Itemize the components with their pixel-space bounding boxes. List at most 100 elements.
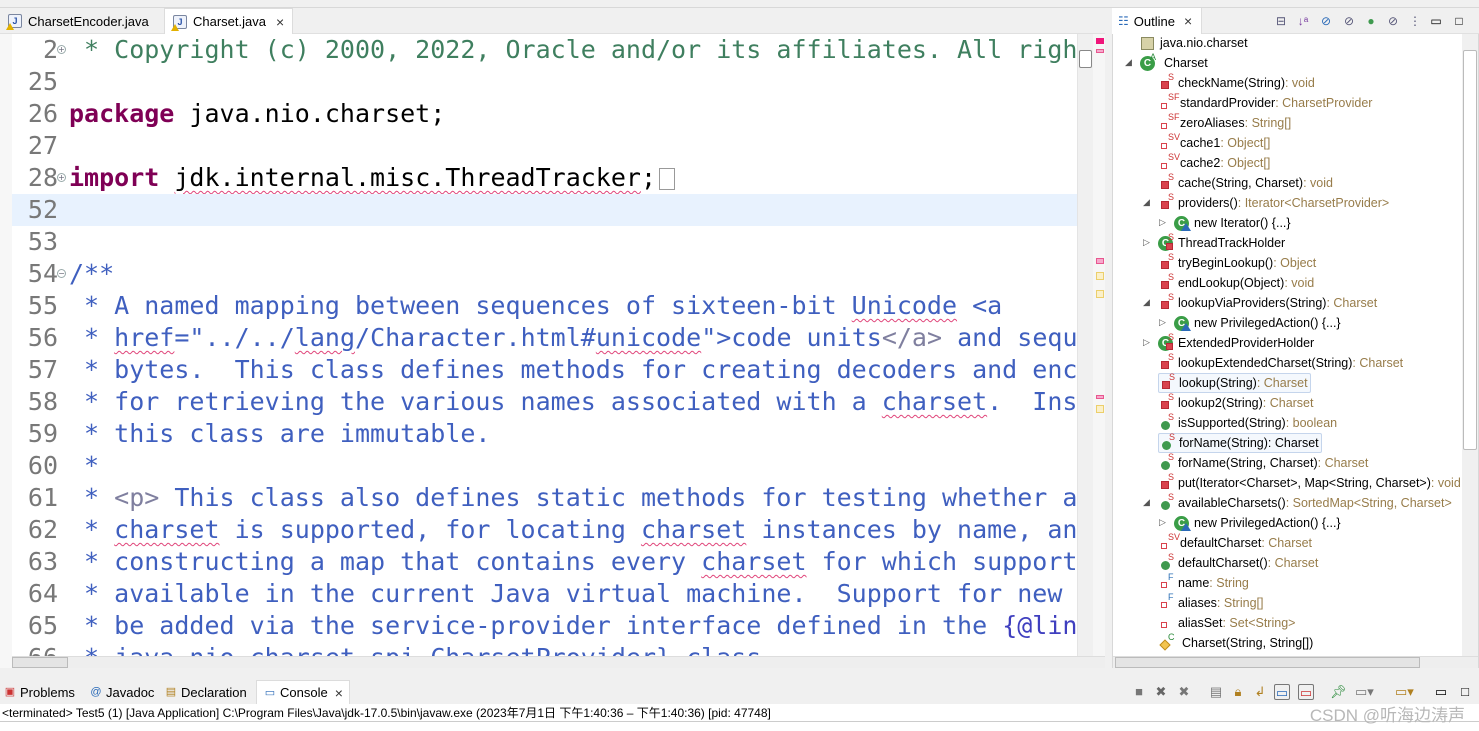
- tab-declaration[interactable]: ▤ Declaration: [164, 680, 247, 704]
- expand-fold-icon[interactable]: +: [57, 173, 66, 182]
- outline-item[interactable]: Fname : String: [1158, 572, 1249, 593]
- code-line[interactable]: 58 * for retrieving the various names as…: [0, 386, 1077, 418]
- outline-item[interactable]: SavailableCharsets() : SortedMap<String,…: [1158, 492, 1452, 513]
- outline-item[interactable]: SisSupported(String) : boolean: [1158, 412, 1337, 433]
- code-line[interactable]: 26 package java.nio.charset;: [0, 98, 1077, 130]
- overview-ruler[interactable]: [1093, 34, 1105, 668]
- outline-item[interactable]: Slookup(String) : Charset: [1158, 372, 1311, 393]
- tab-problems[interactable]: ▣ Problems: [3, 680, 75, 704]
- code-line[interactable]: 66 * java.nio.charset.spi.CharsetProvide…: [0, 642, 1077, 656]
- warning-marker[interactable]: [1096, 272, 1104, 280]
- remove-all-icon[interactable]: ✖: [1176, 684, 1192, 700]
- hide-nonpublic-icon[interactable]: ●: [1364, 14, 1378, 28]
- folded-region-marker[interactable]: [659, 168, 676, 190]
- display-console-icon[interactable]: ▭▾: [1355, 684, 1374, 700]
- outline-item[interactable]: Scache(String, Charset) : void: [1158, 172, 1333, 193]
- expand-arrow-icon[interactable]: ▷: [1159, 517, 1169, 528]
- clear-console-icon[interactable]: ▤: [1208, 684, 1224, 700]
- code-line[interactable]: 55 * A named mapping between sequences o…: [0, 290, 1077, 322]
- error-marker[interactable]: [1096, 38, 1104, 44]
- outline-item[interactable]: Slookup2(String) : Charset: [1158, 392, 1313, 413]
- warning-marker[interactable]: [1096, 290, 1104, 298]
- view-menu-icon[interactable]: ⋮: [1408, 14, 1422, 28]
- collapse-arrow-icon[interactable]: ◢: [1143, 197, 1153, 208]
- maximize-icon[interactable]: □: [1452, 14, 1466, 28]
- show-on-stderr-icon[interactable]: ▭: [1298, 684, 1314, 700]
- outline-item[interactable]: Sproviders() : Iterator<CharsetProvider>: [1158, 192, 1389, 213]
- expand-arrow-icon[interactable]: ▷: [1159, 317, 1169, 328]
- spelling-marker[interactable]: [1096, 49, 1104, 53]
- code-line[interactable]: 25: [0, 66, 1077, 98]
- code-line[interactable]: 53: [0, 226, 1077, 258]
- outline-item[interactable]: StryBeginLookup() : Object: [1158, 252, 1316, 273]
- outline-scroll-thumb[interactable]: [1463, 50, 1477, 450]
- outline-hscroll-thumb[interactable]: [1115, 657, 1420, 668]
- hide-static-icon[interactable]: ⊘: [1342, 14, 1356, 28]
- editor-scroll-thumb[interactable]: [1079, 50, 1092, 68]
- code-line[interactable]: 57 * bytes. This class defines methods f…: [0, 354, 1077, 386]
- code-line[interactable]: 28+ximport jdk.internal.misc.ThreadTrack…: [0, 162, 1077, 194]
- collapse-arrow-icon[interactable]: ◢: [1125, 57, 1135, 68]
- editor-hscroll-thumb[interactable]: [12, 657, 68, 668]
- code-line[interactable]: 65 * be added via the service-provider i…: [0, 610, 1077, 642]
- expand-fold-icon[interactable]: +: [57, 45, 66, 54]
- tab-console[interactable]: ▭ Console ×: [256, 680, 350, 704]
- spelling-marker[interactable]: [1096, 395, 1104, 399]
- outline-item[interactable]: SV cache2 : Object[]: [1158, 152, 1270, 173]
- editor-horizontal-scrollbar[interactable]: [12, 656, 1105, 668]
- code-line[interactable]: 52: [0, 194, 1077, 226]
- sort-icon[interactable]: ↓ᵃ: [1296, 14, 1310, 28]
- spelling-marker[interactable]: [1096, 258, 1104, 264]
- collapse-all-icon[interactable]: ⊟: [1274, 14, 1288, 28]
- open-console-icon[interactable]: ▭▾: [1395, 684, 1414, 700]
- scroll-lock-icon[interactable]: 🔒︎: [1230, 684, 1246, 700]
- code-line[interactable]: 56 * href="../../lang/Character.html#uni…: [0, 322, 1077, 354]
- outline-item[interactable]: SF zeroAliases : String[]: [1158, 112, 1291, 133]
- code-editor[interactable]: 2 + * Copyright (c) 2000, 2022, Oracle an…: [0, 34, 1077, 656]
- hide-local-types-icon[interactable]: ⊘: [1386, 14, 1400, 28]
- code-line[interactable]: 2 + * Copyright (c) 2000, 2022, Oracle an…: [0, 34, 1077, 66]
- collapse-arrow-icon[interactable]: ◢: [1143, 297, 1153, 308]
- expand-arrow-icon[interactable]: ▷: [1143, 337, 1153, 348]
- outline-item[interactable]: aliasSet : Set<String>: [1158, 613, 1295, 633]
- code-line[interactable]: 60 *: [0, 450, 1077, 482]
- terminate-icon[interactable]: ■: [1131, 684, 1147, 700]
- expand-arrow-icon[interactable]: ▷: [1159, 217, 1169, 228]
- outline-item[interactable]: C A Charset: [1140, 52, 1208, 73]
- close-icon[interactable]: ×: [335, 685, 343, 701]
- pin-console-icon[interactable]: 📌︎: [1330, 684, 1347, 700]
- outline-item[interactable]: C Charset(String, String[]): [1158, 632, 1313, 653]
- outline-item[interactable]: ScheckName(String) : void: [1158, 72, 1315, 93]
- code-line[interactable]: 54−/**: [0, 258, 1077, 290]
- code-line[interactable]: 62 * charset is supported, for locating …: [0, 514, 1077, 546]
- outline-item[interactable]: Faliases : String[]: [1158, 592, 1263, 613]
- outline-item[interactable]: SV defaultCharset : Charset: [1158, 532, 1312, 553]
- code-line[interactable]: 63 * constructing a map that contains ev…: [0, 546, 1077, 578]
- outline-item[interactable]: SlookupExtendedCharset(String) : Charset: [1158, 352, 1403, 373]
- outline-item[interactable]: Cnew PrivilegedAction() {...}: [1174, 313, 1341, 333]
- outline-item[interactable]: CSThreadTrackHolder: [1158, 232, 1285, 253]
- code-line[interactable]: 64 * available in the current Java virtu…: [0, 578, 1077, 610]
- outline-vertical-scrollbar[interactable]: [1462, 34, 1478, 656]
- tab-charset[interactable]: J Charset.java ×: [164, 8, 294, 34]
- outline-item[interactable]: SV cache1 : Object[]: [1158, 132, 1270, 153]
- outline-item[interactable]: SdefaultCharset() : Charset: [1158, 552, 1318, 573]
- minimize-icon[interactable]: ▭: [1433, 684, 1449, 700]
- outline-item[interactable]: SforName(String, Charset) : Charset: [1158, 452, 1368, 473]
- maximize-icon[interactable]: □: [1457, 684, 1473, 700]
- tab-outline[interactable]: ☷ Outline ×: [1112, 8, 1202, 34]
- outline-item[interactable]: Sput(Iterator<Charset>, Map<String, Char…: [1158, 472, 1461, 493]
- expand-arrow-icon[interactable]: ▷: [1143, 237, 1153, 248]
- tab-charset-encoder[interactable]: J CharsetEncoder.java: [0, 8, 157, 34]
- show-on-stdout-icon[interactable]: ▭: [1274, 684, 1290, 700]
- outline-horizontal-scrollbar[interactable]: [1113, 656, 1478, 668]
- outline-item[interactable]: SendLookup(Object) : void: [1158, 272, 1314, 293]
- warning-marker[interactable]: [1096, 405, 1104, 413]
- outline-item[interactable]: Cnew PrivilegedAction() {...}: [1174, 513, 1341, 533]
- outline-item[interactable]: CSExtendedProviderHolder: [1158, 332, 1314, 353]
- outline-item[interactable]: Cnew Iterator() {...}: [1174, 213, 1291, 233]
- code-line[interactable]: 27: [0, 130, 1077, 162]
- hide-fields-icon[interactable]: ⊘: [1319, 14, 1333, 28]
- remove-launch-icon[interactable]: ✖: [1153, 684, 1169, 700]
- code-line[interactable]: 61 * <p> This class also defines static …: [0, 482, 1077, 514]
